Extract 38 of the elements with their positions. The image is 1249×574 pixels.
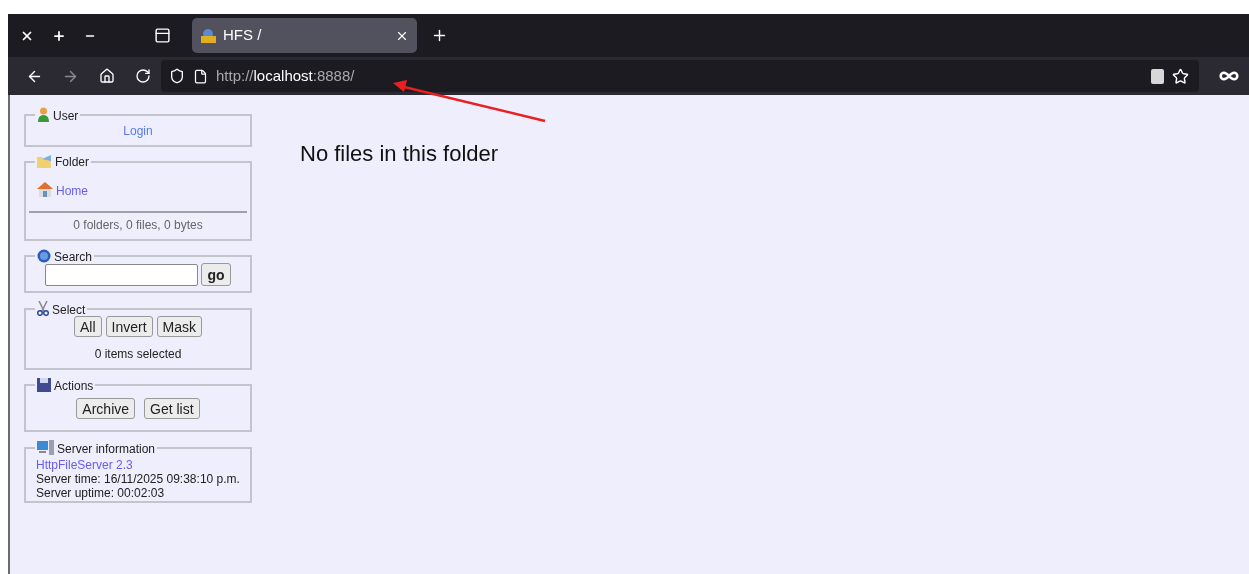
tab-list-icon[interactable] [154,27,171,44]
section-title: User [53,110,79,122]
computer-icon [37,440,54,455]
section-title: Folder [55,156,89,168]
section-title: Server information [57,443,156,455]
browser-tab[interactable]: HFS / [192,18,417,53]
go-button[interactable]: go [201,263,231,286]
new-tab-icon[interactable] [431,27,448,44]
shield-icon [169,68,185,84]
login-link[interactable]: Login [123,122,153,140]
home-icon[interactable] [99,68,115,84]
toolbar-button[interactable]: All [74,316,102,337]
empty-folder-message: No files in this folder [300,141,499,166]
section-title: Select [52,304,86,316]
server-info-line: Server time: 16/11/2025 09:38:10 p.m. [36,472,241,486]
house-icon [37,182,53,197]
section-title: Actions [54,380,94,392]
server-info-line: Server uptime: 00:02:03 [36,486,166,500]
folder-icon [37,155,52,168]
home-link[interactable]: Home [56,185,88,197]
server-version-link[interactable]: HttpFileServer 2.3 [36,458,249,472]
person-icon [37,107,50,122]
plus-icon[interactable] [52,28,66,43]
toolbar-button[interactable]: Archive [76,398,136,419]
toolbar-button[interactable]: Get list [144,398,200,419]
bookmark-star-icon[interactable] [1172,67,1189,85]
toolbar-button[interactable]: Mask [156,316,202,337]
folder-summary: 0 folders, 0 files, 0 bytes [72,217,204,234]
search-field[interactable] [45,263,199,286]
scissors-icon [37,301,49,316]
reload-icon[interactable] [135,68,151,84]
reader-view-icon[interactable] [1151,68,1164,84]
favicon-icon [200,28,217,43]
section-title: Search [54,251,93,263]
page-icon [193,68,208,84]
selection-count: 0 items selected [94,346,182,363]
toolbar-button[interactable]: Invert [105,316,153,337]
tab-title: HFS / [223,25,263,46]
